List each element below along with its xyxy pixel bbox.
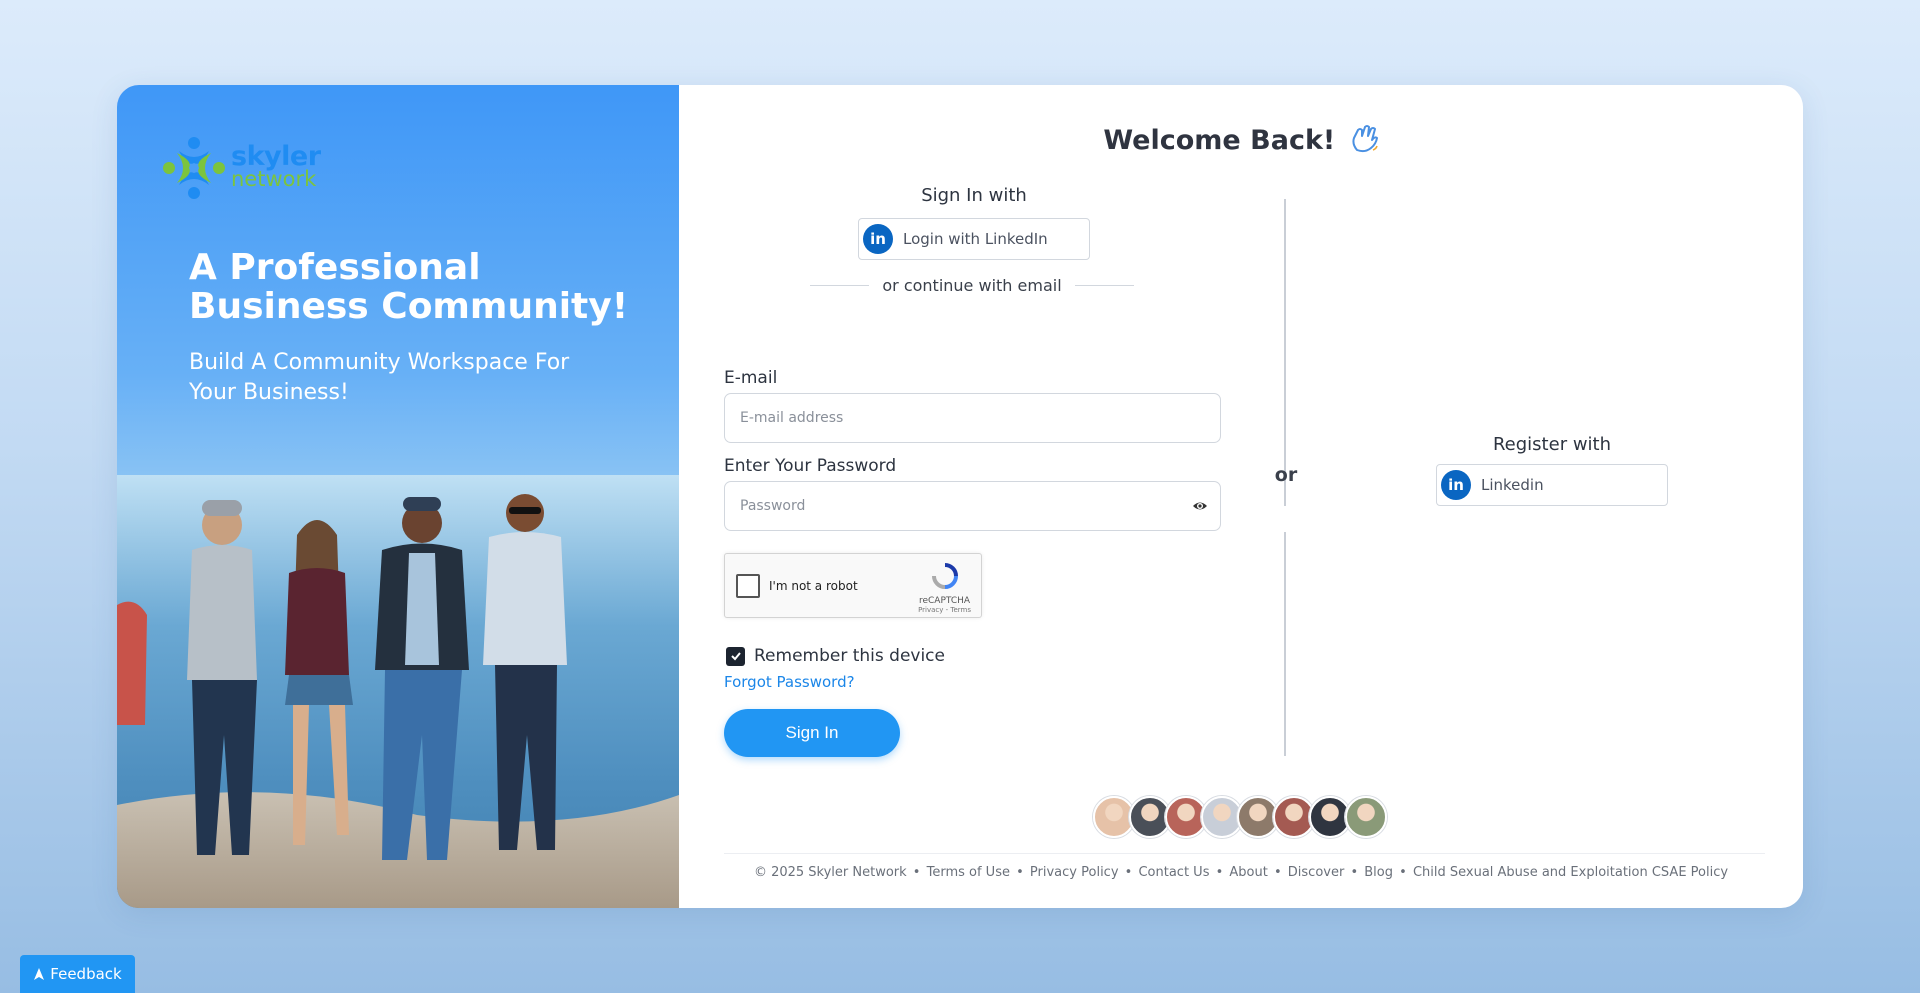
welcome-heading: Welcome Back! bbox=[679, 124, 1803, 156]
recaptcha-brand: reCAPTCHA bbox=[918, 596, 971, 606]
eye-icon[interactable] bbox=[1192, 498, 1208, 514]
email-field[interactable]: E-mail address bbox=[724, 393, 1221, 443]
recaptcha-links[interactable]: Privacy - Terms bbox=[918, 606, 971, 614]
logo-line2: network bbox=[231, 167, 317, 191]
linkedin-login-button[interactable]: in Login with LinkedIn bbox=[858, 218, 1090, 260]
password-field[interactable]: Password bbox=[724, 481, 1221, 531]
password-placeholder: Password bbox=[740, 498, 806, 514]
footer-link-csae[interactable]: Child Sexual Abuse and Exploitation CSAE… bbox=[1413, 865, 1728, 880]
brand-logo[interactable]: skyler network bbox=[159, 133, 321, 203]
footer-copyright: © 2025 Skyler Network bbox=[753, 865, 907, 880]
forgot-password-link[interactable]: Forgot Password? bbox=[724, 673, 855, 691]
separator-line-bottom bbox=[1284, 532, 1286, 756]
waving-hand-icon bbox=[1352, 125, 1378, 153]
remember-label: Remember this device bbox=[754, 646, 945, 666]
recaptcha-label: I'm not a robot bbox=[769, 579, 858, 593]
footer-link-blog[interactable]: Blog bbox=[1364, 865, 1393, 880]
register-section: Register with in Linkedin bbox=[1436, 434, 1668, 506]
sign-in-button[interactable]: Sign In bbox=[724, 709, 900, 757]
email-placeholder: E-mail address bbox=[740, 410, 844, 426]
remember-device[interactable]: Remember this device bbox=[726, 646, 945, 666]
footer-link-about[interactable]: About bbox=[1229, 865, 1267, 880]
form-panel: Welcome Back! Sign In with in Login with… bbox=[679, 85, 1803, 908]
recaptcha-widget: I'm not a robot reCAPTCHA Privacy - Term… bbox=[724, 553, 982, 618]
linkedin-icon: in bbox=[1441, 470, 1471, 500]
password-label: Enter Your Password bbox=[724, 456, 897, 476]
feedback-label: Feedback bbox=[50, 965, 122, 983]
feedback-button[interactable]: Feedback bbox=[20, 955, 135, 993]
linkedin-register-label: Linkedin bbox=[1481, 476, 1544, 494]
member-avatars bbox=[1093, 796, 1387, 838]
separator-line-top bbox=[1284, 199, 1286, 506]
signin-heading: Sign In with bbox=[921, 185, 1027, 206]
hero-panel: skyler network A Professional Business C… bbox=[117, 85, 679, 908]
signin-section: Sign In with in Login with LinkedIn bbox=[679, 185, 1269, 260]
or-separator: or bbox=[1274, 464, 1298, 486]
footer-link-terms[interactable]: Terms of Use bbox=[927, 865, 1010, 880]
linkedin-register-button[interactable]: in Linkedin bbox=[1436, 464, 1668, 506]
footer-divider bbox=[724, 853, 1765, 854]
linkedin-icon: in bbox=[863, 224, 893, 254]
footer-link-contact[interactable]: Contact Us bbox=[1138, 865, 1209, 880]
email-divider: or continue with email bbox=[810, 276, 1135, 295]
email-label: E-mail bbox=[724, 368, 778, 388]
recaptcha-icon bbox=[931, 563, 958, 589]
register-heading: Register with bbox=[1492, 434, 1612, 455]
check-icon bbox=[730, 652, 741, 661]
footer-link-discover[interactable]: Discover bbox=[1288, 865, 1345, 880]
login-card: skyler network A Professional Business C… bbox=[117, 85, 1803, 908]
remember-checkbox[interactable] bbox=[726, 646, 745, 666]
hero-subtitle: Build A Community Workspace For Your Bus… bbox=[189, 350, 570, 405]
linkedin-login-label: Login with LinkedIn bbox=[903, 230, 1048, 248]
arrow-up-icon bbox=[34, 968, 45, 980]
hero-photo bbox=[117, 475, 679, 908]
logo-icon bbox=[163, 137, 225, 199]
welcome-title: Welcome Back! bbox=[1103, 125, 1336, 156]
avatar bbox=[1345, 796, 1387, 838]
recaptcha-checkbox[interactable] bbox=[736, 574, 760, 598]
footer-link-privacy[interactable]: Privacy Policy bbox=[1030, 865, 1119, 880]
hero-title: A Professional Business Community! bbox=[189, 247, 629, 327]
footer: © 2025 Skyler Network • Terms of Use • P… bbox=[753, 865, 1729, 880]
email-divider-label: or continue with email bbox=[882, 276, 1062, 295]
logo-line1: skyler bbox=[231, 141, 321, 172]
